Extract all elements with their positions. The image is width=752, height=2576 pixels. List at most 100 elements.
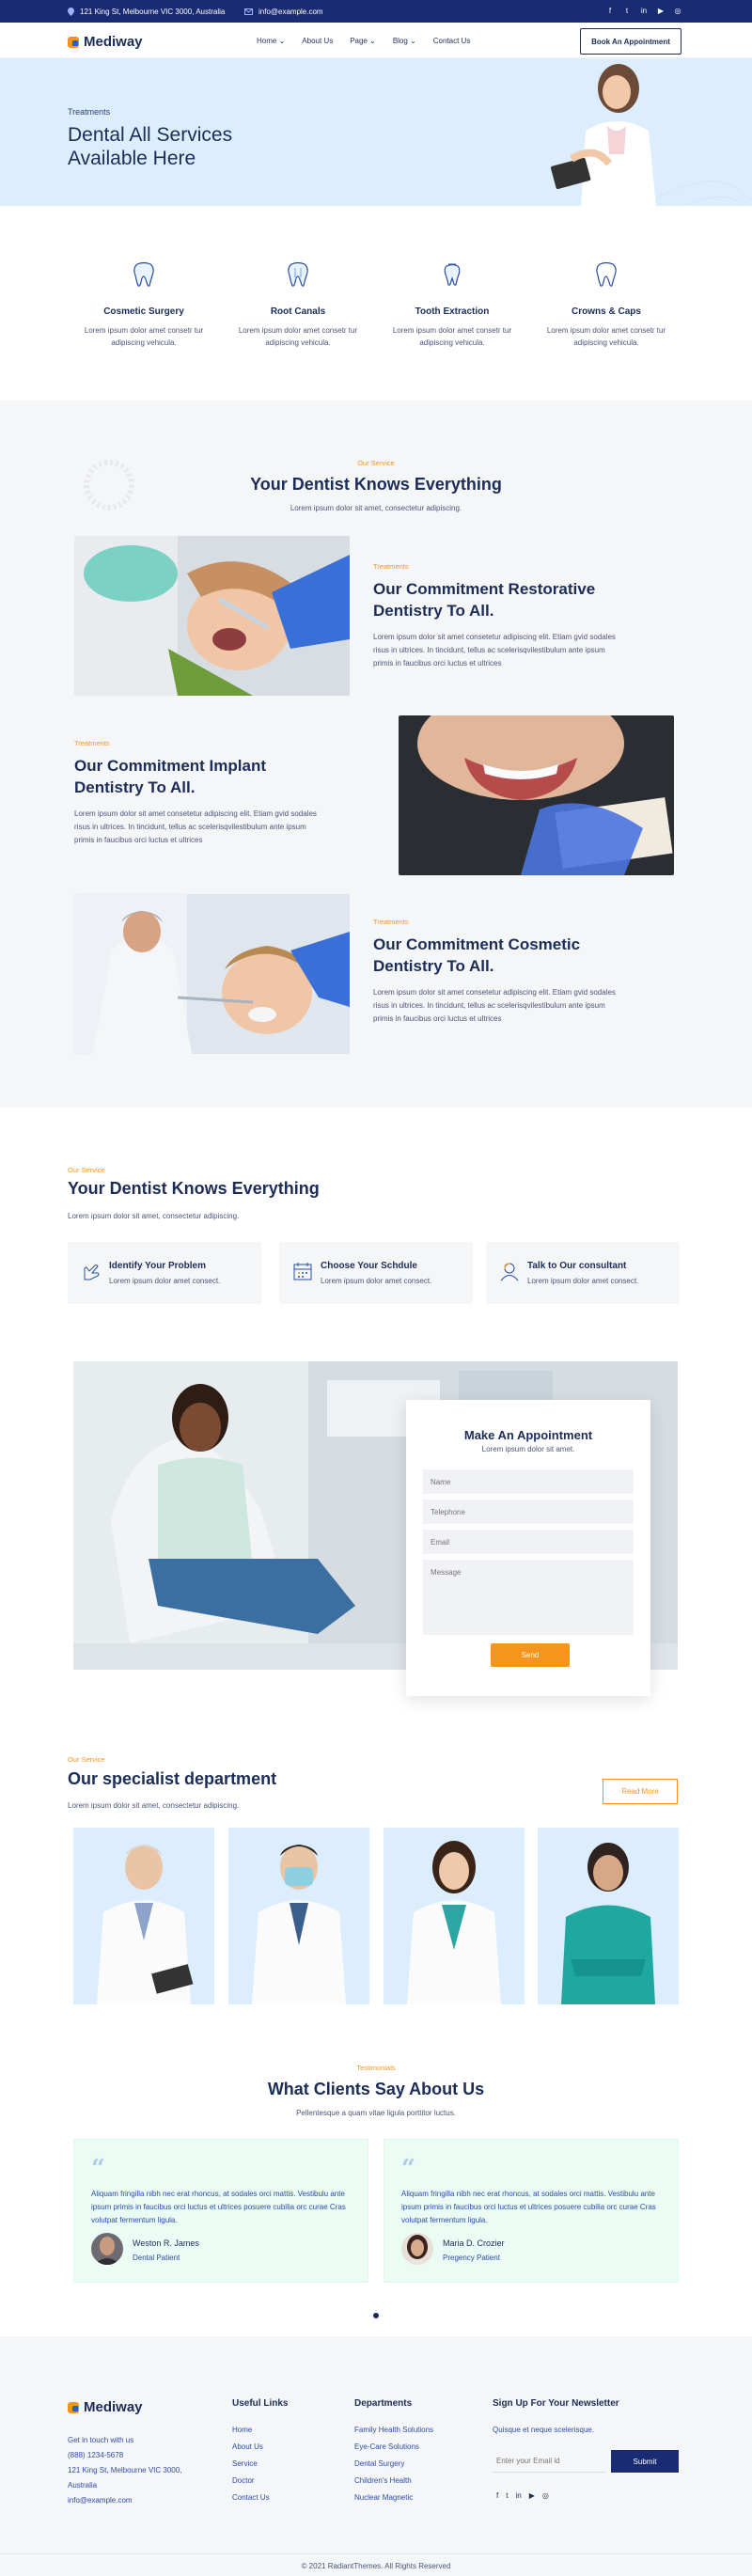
footer-department-link[interactable]: Nuclear Magnetic — [354, 2493, 433, 2502]
facebook-icon[interactable]: f — [496, 2491, 498, 2500]
doctor-card[interactable] — [73, 1828, 214, 2004]
department-eyebrow: Our Service — [68, 1755, 105, 1764]
nav-item-label: Blog — [392, 37, 408, 45]
testimonials-section: Testimonials What Clients Say About Us P… — [0, 2021, 752, 2336]
service-card[interactable]: Tooth Extraction Lorem ipsum dolor amet … — [391, 260, 513, 349]
footer-link[interactable]: Contact Us — [232, 2493, 288, 2502]
step-title: Talk to Our consultant — [527, 1261, 627, 1271]
testimonials-eyebrow: Testimonials — [356, 2064, 396, 2072]
carousel-dot[interactable] — [373, 2313, 379, 2318]
process-step[interactable]: Choose Your Schdule Lorem ipsum dolor am… — [279, 1242, 473, 1304]
footer: Mediway Get in touch with us (888) 1234-… — [0, 2336, 752, 2576]
process-step[interactable]: Identify Your Problem Lorem ipsum dolor … — [68, 1242, 261, 1304]
footer-department-link[interactable]: Children's Health — [354, 2476, 433, 2485]
site-logo[interactable]: Mediway — [68, 34, 143, 50]
service-text: Lorem ipsum dolor amet consetr tur adipi… — [546, 326, 666, 347]
service-text: Lorem ipsum dolor amet consetr tur adipi… — [84, 326, 204, 347]
block-eyebrow: Treatments — [74, 739, 110, 747]
nav-item-home[interactable]: Home ⌄ — [257, 37, 285, 45]
contact-phone[interactable]: (888) 1234-5678 — [68, 2448, 199, 2463]
service-card[interactable]: Crowns & Caps Lorem ipsum dolor amet con… — [545, 260, 667, 349]
linkedin-icon[interactable]: in — [515, 2491, 521, 2500]
name-input[interactable] — [423, 1469, 634, 1494]
department-section: Our Service Our specialist department Lo… — [0, 1711, 752, 2021]
facebook-icon[interactable]: f — [605, 7, 615, 15]
twitter-icon[interactable]: t — [506, 2491, 508, 2500]
department-title: Our specialist department — [68, 1769, 277, 1788]
service-card[interactable]: Root Canals Lorem ipsum dolor amet conse… — [237, 260, 359, 349]
calendar-icon — [293, 1263, 312, 1280]
footer-link[interactable]: Home — [232, 2426, 288, 2434]
book-appointment-button[interactable]: Book An Appointment — [580, 28, 682, 55]
footer-useful-links: Useful Links Home About Us Service Docto… — [232, 2398, 288, 2510]
telephone-input[interactable] — [423, 1500, 634, 1524]
footer-department-link[interactable]: Eye-Care Solutions — [354, 2442, 433, 2451]
process-section: Our Service Your Dentist Knows Everythin… — [0, 1107, 752, 1333]
appointment-title: Make An Appointment — [463, 1428, 593, 1442]
block-eyebrow: Treatments — [373, 918, 409, 926]
newsletter-submit-button[interactable]: Submit — [611, 2450, 679, 2473]
mail-icon — [244, 8, 253, 15]
top-bar: 121 King St, Melbourne VIC 3000, Austral… — [0, 0, 752, 23]
footer-department-link[interactable]: Family Health Solutions — [354, 2426, 433, 2434]
brand-name: Mediway — [84, 34, 143, 50]
process-eyebrow: Our Service — [68, 1166, 105, 1174]
footer-departments-title: Departments — [354, 2398, 413, 2409]
step-text: Lorem ipsum dolor amet consect. — [321, 1277, 432, 1285]
implant-block: Treatments Our Commitment Implant Dentis… — [74, 739, 328, 847]
topbar-address-text: 121 King St, Melbourne VIC 3000, Austral… — [80, 8, 226, 16]
newsletter-title: Sign Up For Your Newsletter — [493, 2398, 619, 2409]
quote-icon: “ — [401, 2155, 415, 2183]
footer-link[interactable]: Doctor — [232, 2476, 288, 2485]
footer-link[interactable]: Service — [232, 2459, 288, 2468]
footer-socials: f t in ▶ ◎ — [496, 2491, 549, 2500]
nav-menu: Home ⌄ About Us Page ⌄ Blog ⌄ Contact Us — [257, 37, 470, 45]
testimonial-role: Dental Patient — [133, 2254, 180, 2262]
block-title: Our Commitment Implant Dentistry To All. — [74, 757, 267, 796]
read-more-button[interactable]: Read More — [603, 1779, 678, 1804]
twitter-icon[interactable]: t — [622, 7, 632, 15]
doctor-card[interactable] — [228, 1828, 369, 2004]
nav-item-about[interactable]: About Us — [302, 37, 333, 45]
topbar-email-text: info@example.com — [258, 8, 323, 16]
process-title: Your Dentist Knows Everything — [68, 1179, 320, 1198]
footer-newsletter: Sign Up For Your Newsletter Quisque et n… — [493, 2398, 619, 2434]
topbar-email[interactable]: info@example.com — [244, 8, 323, 16]
tooth-logo-icon — [68, 2401, 79, 2413]
doctor-card[interactable] — [384, 1828, 525, 2004]
doctor-card[interactable] — [538, 1828, 679, 2004]
instagram-icon[interactable]: ◎ — [542, 2491, 549, 2500]
avatar — [401, 2233, 433, 2265]
message-input[interactable] — [423, 1560, 634, 1635]
footer-logo[interactable]: Mediway — [68, 2399, 143, 2415]
send-button[interactable]: Send — [491, 1643, 570, 1667]
youtube-icon[interactable]: ▶ — [529, 2491, 535, 2500]
footer-department-link[interactable]: Dental Surgery — [354, 2459, 433, 2468]
footer-link[interactable]: About Us — [232, 2442, 288, 2451]
nav-item-page[interactable]: Page ⌄ — [350, 37, 376, 45]
instagram-icon[interactable]: ◎ — [673, 7, 682, 15]
service-title: Tooth Extraction — [415, 306, 490, 317]
block-text: Lorem ipsum dolor sit amet consetetur ad… — [373, 633, 616, 668]
service-card[interactable]: Cosmetic Surgery Lorem ipsum dolor amet … — [83, 260, 205, 349]
location-icon — [68, 8, 74, 16]
process-step[interactable]: Talk to Our consultant Lorem ipsum dolor… — [486, 1242, 680, 1304]
contact-email[interactable]: info@example.com — [68, 2493, 199, 2508]
hero-doctor-image — [550, 64, 656, 206]
email-input[interactable] — [423, 1530, 634, 1554]
testimonial-name: Maria D. Crozier — [443, 2238, 505, 2248]
linkedin-icon[interactable]: in — [639, 7, 649, 15]
nav-item-label: Page — [350, 37, 368, 45]
process-subtitle: Lorem ipsum dolor sit amet, consectetur … — [68, 1212, 240, 1220]
nav-item-blog[interactable]: Blog ⌄ — [393, 37, 416, 45]
testimonials-title: What Clients Say About Us — [267, 2080, 485, 2098]
chevron-down-icon: ⌄ — [278, 37, 286, 45]
youtube-icon[interactable]: ▶ — [656, 7, 666, 15]
appointment-subtitle: Lorem ipsum dolor sit amet. — [481, 1445, 575, 1453]
testimonial-role: Pregency Patient — [443, 2254, 500, 2262]
root-canal-icon — [288, 261, 308, 287]
tooth-extraction-icon — [444, 263, 461, 286]
hand-icon — [84, 1264, 100, 1280]
nav-item-contact[interactable]: Contact Us — [433, 37, 471, 45]
newsletter-email-input[interactable] — [493, 2450, 605, 2473]
